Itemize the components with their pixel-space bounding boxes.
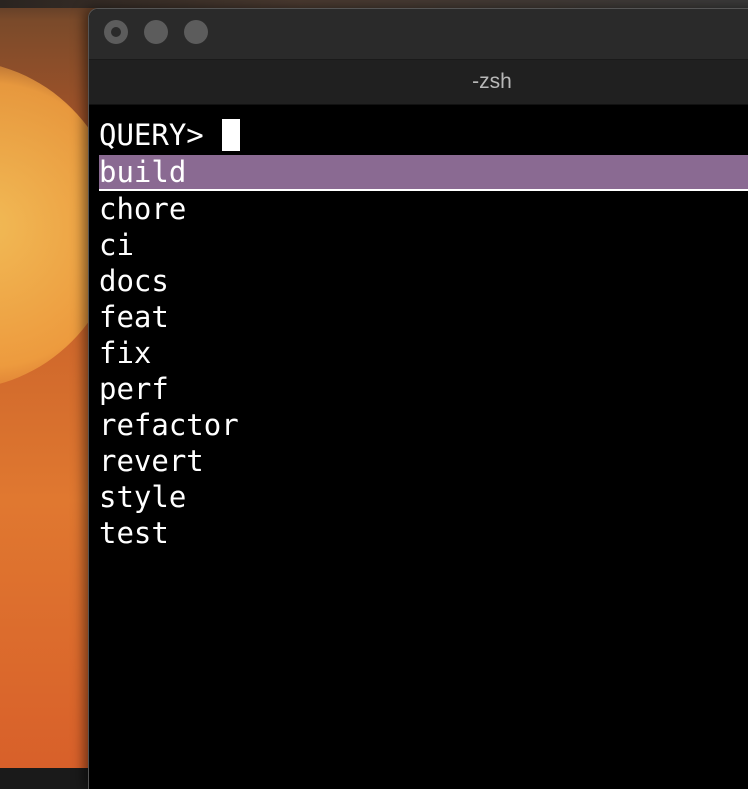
close-window-button[interactable]: [104, 20, 128, 44]
result-item-docs[interactable]: docs: [99, 263, 748, 299]
minimize-window-button[interactable]: [144, 20, 168, 44]
result-item-fix[interactable]: fix: [99, 335, 748, 371]
result-item-revert[interactable]: revert: [99, 443, 748, 479]
tab-bar: -zsh: [89, 60, 748, 105]
result-item-test[interactable]: test: [99, 515, 748, 551]
query-prompt-line[interactable]: QUERY>: [99, 117, 240, 153]
result-item-feat[interactable]: feat: [99, 299, 748, 335]
window-title: -zsh: [472, 70, 512, 93]
result-item-perf[interactable]: perf: [99, 371, 748, 407]
result-item-chore[interactable]: chore: [99, 191, 748, 227]
zoom-window-button[interactable]: [184, 20, 208, 44]
result-item-ci[interactable]: ci: [99, 227, 748, 263]
desktop-top-strip: [0, 0, 748, 8]
terminal-window: -zsh QUERY> build chore ci docs feat fix perf r…: [88, 8, 748, 789]
result-item-style[interactable]: style: [99, 479, 748, 515]
text-cursor: [221, 119, 240, 151]
query-prompt-label: QUERY>: [99, 118, 204, 152]
close-icon: [111, 27, 121, 37]
window-titlebar[interactable]: [89, 9, 748, 60]
result-item-refactor[interactable]: refactor: [99, 407, 748, 443]
result-item-build[interactable]: build: [99, 155, 748, 191]
terminal-content[interactable]: QUERY> build chore ci docs feat fix perf refact…: [89, 105, 748, 789]
